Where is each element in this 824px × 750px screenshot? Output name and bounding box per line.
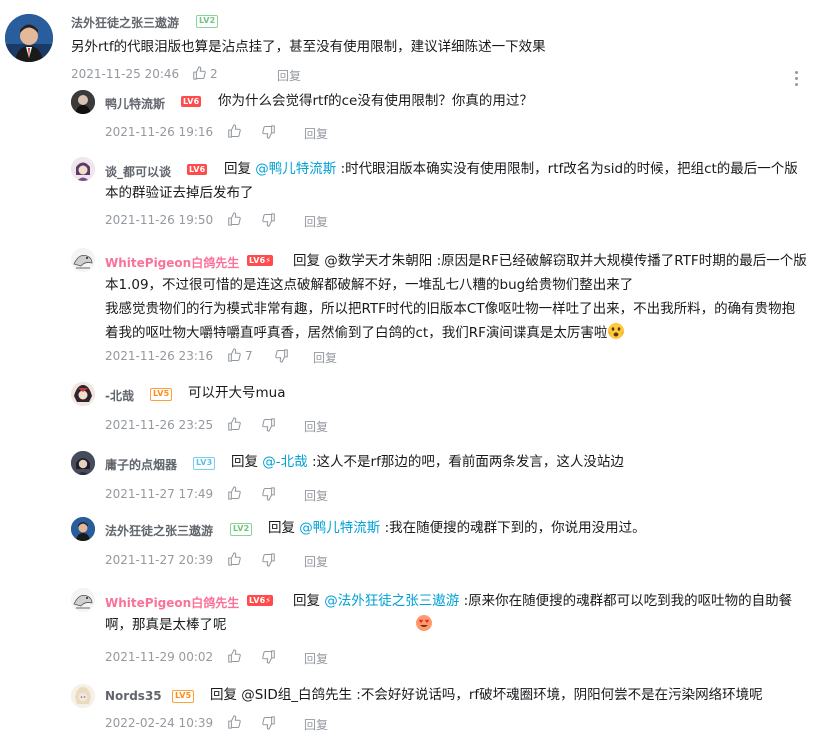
level-badge: LV2 [230,523,253,536]
like-icon[interactable] [227,715,241,729]
reply-text-continued: 我感觉贵物们的行为模式非常有趣，所以把RTF时代的旧版本CT像呕吐物一样吐了出来… [105,301,796,341]
reply-text: 回复 @数学天才朱朝阳 :原因是RF已经破解窃取并大规模传播了RTF时期的最后一… [105,253,807,293]
reply-time: 2021-11-27 17:49 [105,487,214,501]
level-badge: LV5 [172,690,195,703]
dislike-icon[interactable] [275,349,289,363]
comment-text: 另外rtf的代眼泪版也算是沾点挂了，甚至没有使用限制，建议详细陈述一下效果 [71,39,546,55]
reply-author[interactable]: 法外狂徒之张三遨游 [105,522,213,539]
avatar[interactable] [71,684,95,708]
reply-time: 2021-11-27 20:39 [105,553,214,567]
reply-button[interactable]: 回复 [304,125,328,142]
avatar[interactable] [71,451,95,475]
reply-button[interactable]: 回复 [304,716,328,733]
reply-text: 可以开大号mua [188,385,286,401]
avatar[interactable] [71,90,95,114]
avatar[interactable] [71,157,95,181]
reply-author[interactable]: 庸子的点烟器 [105,456,177,473]
avatar[interactable] [71,588,95,612]
comment-time: 2021-11-25 20:46 [71,67,180,81]
level-badge: LV6 [181,96,202,107]
like-icon[interactable] [227,348,241,362]
reply-button[interactable]: 回复 [304,213,328,230]
dislike-icon[interactable] [262,716,276,730]
avatar[interactable] [71,517,95,541]
scared-emoji-icon [607,322,625,340]
like-count: 2 [210,67,218,81]
reply-time: 2022-02-24 10:39 [105,716,214,730]
like-icon[interactable] [227,417,241,431]
level-badge: LV5 [150,388,173,401]
dislike-icon[interactable] [262,418,276,432]
reply-time: 2021-11-29 00:02 [105,650,214,664]
reply-time: 2021-11-26 19:16 [105,125,214,139]
like-icon[interactable] [227,486,241,500]
reply-time: 2021-11-26 23:16 [105,349,214,363]
reply-button[interactable]: 回复 [277,67,301,84]
heart-eyes-emoji-icon [227,614,432,632]
avatar[interactable] [71,382,95,406]
reply-time: 2021-11-26 23:25 [105,418,214,432]
reply-text: 回复 @鸭儿特流斯 :时代眼泪版本确实没有使用限制，rtf改名为sid的时候，把… [105,161,798,201]
like-icon[interactable] [227,649,241,663]
like-icon[interactable] [192,66,206,80]
like-count: 7 [245,349,253,363]
reply-button[interactable]: 回复 [313,349,337,366]
reply-button[interactable]: 回复 [304,487,328,504]
reply-author[interactable]: -北哉 [105,387,134,404]
avatar[interactable] [71,248,95,272]
reply-text: 回复 @-北哉 :这人不是rf那边的吧，看前面两条发言，这人没站边 [231,454,624,470]
like-icon[interactable] [227,212,241,226]
avatar[interactable] [5,14,53,62]
dislike-icon[interactable] [262,125,276,139]
reply-author[interactable]: 鸭儿特流斯 [105,95,165,112]
dislike-icon[interactable] [262,487,276,501]
reply-time: 2021-11-26 19:50 [105,213,214,227]
reply-button[interactable]: 回复 [304,553,328,570]
reply-text: 回复 @鸭儿特流斯 :我在随便搜的魂群下到的，你说用没用过。 [268,520,646,536]
dislike-icon[interactable] [262,650,276,664]
more-options-icon[interactable] [795,71,799,89]
level-badge: LV3 [193,457,216,470]
reply-text: 回复 @法外狂徒之张三遨游 :原来你在随便搜的魂群都可以吃到我的呕吐物的自助餐啊… [105,593,793,633]
like-icon[interactable] [227,552,241,566]
dislike-icon[interactable] [262,213,276,227]
reply-text: 回复 @SID组_白鸽先生 :不会好好说话吗，rf破坏魂圈环境，阴阳何尝不是在污… [210,687,763,703]
like-icon[interactable] [227,124,241,138]
reply-button[interactable]: 回复 [304,650,328,667]
reply-button[interactable]: 回复 [304,418,328,435]
comment-author[interactable]: 法外狂徒之张三遨游 [71,14,179,31]
dislike-icon[interactable] [262,553,276,567]
level-badge: LV2 [196,15,219,28]
reply-text: 你为什么会觉得rtf的ce没有使用限制？你真的用过？ [218,93,533,109]
reply-author[interactable]: Nords35 [105,689,162,703]
